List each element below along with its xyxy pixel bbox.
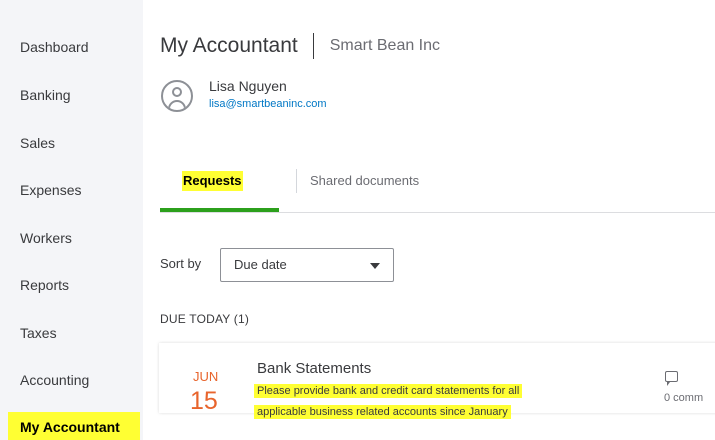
tab-bar-divider — [160, 212, 715, 213]
tab-shared-documents-label: Shared documents — [310, 173, 420, 188]
sidebar-item-banking[interactable]: Banking — [8, 80, 140, 110]
request-title: Bank Statements — [257, 360, 372, 377]
page-title: My Accountant — [160, 34, 298, 57]
request-description-line-1: Please provide bank and credit card stat… — [254, 384, 523, 398]
page-header: My Accountant Smart Bean Inc — [160, 33, 440, 59]
tab-requests[interactable]: Requests — [160, 165, 279, 212]
sort-selected-value: Due date — [234, 257, 287, 272]
sort-by-label: Sort by — [160, 256, 202, 271]
tab-requests-label: Requests — [182, 171, 243, 191]
due-day: 15 — [190, 387, 218, 415]
user-avatar-icon — [161, 80, 193, 112]
sidebar-item-accounting[interactable]: Accounting — [8, 365, 140, 395]
sidebar-item-workers[interactable]: Workers — [8, 223, 140, 253]
caret-down-icon — [370, 263, 380, 269]
accountant-email-link[interactable]: lisa@smartbeaninc.com — [209, 98, 327, 110]
tab-bar: Requests Shared documents — [160, 165, 715, 213]
comment-count: 0 comm — [664, 392, 704, 404]
comment-icon[interactable] — [665, 371, 678, 386]
section-heading-due-today: DUE TODAY (1) — [160, 312, 250, 326]
sidebar-item-sales[interactable]: Sales — [8, 128, 140, 158]
request-description-line-2: applicable business related accounts sin… — [254, 405, 511, 419]
main-content: My Accountant Smart Bean Inc Lisa Nguyen… — [143, 0, 715, 440]
request-card[interactable]: JUN 15 Bank Statements Please provide ba… — [159, 343, 715, 419]
sidebar-item-my-accountant[interactable]: My Accountant — [8, 412, 140, 440]
sidebar-nav: Dashboard Banking Sales Expenses Workers… — [0, 0, 143, 440]
tab-separator — [296, 169, 297, 193]
sidebar-item-reports[interactable]: Reports — [8, 270, 140, 300]
sort-by-dropdown[interactable]: Due date — [220, 248, 394, 282]
sidebar-item-taxes[interactable]: Taxes — [8, 318, 140, 348]
due-month: JUN — [193, 369, 219, 384]
title-divider — [312, 33, 314, 59]
request-description: Please provide bank and credit card stat… — [254, 381, 597, 423]
sidebar-item-expenses[interactable]: Expenses — [8, 175, 140, 205]
company-name: Smart Bean Inc — [329, 37, 441, 54]
accountant-name: Lisa Nguyen — [209, 78, 287, 94]
sidebar-item-dashboard[interactable]: Dashboard — [8, 32, 140, 62]
